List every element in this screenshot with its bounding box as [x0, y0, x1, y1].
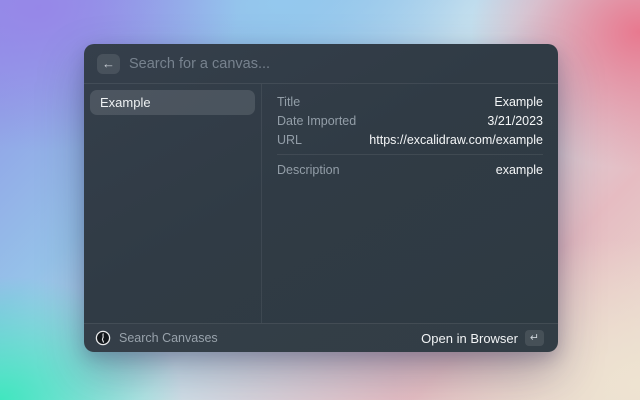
- main-content: Example Title Example Date Imported 3/21…: [84, 84, 558, 323]
- excalidraw-logo-icon: [95, 330, 111, 346]
- detail-row-description: Description example: [277, 160, 543, 179]
- open-in-browser-label: Open in Browser: [421, 330, 518, 346]
- list-item-example[interactable]: Example: [90, 90, 255, 115]
- details-divider: [277, 154, 543, 155]
- command-name-label: Search Canvases: [119, 331, 218, 345]
- detail-value: Example: [494, 94, 543, 109]
- open-in-browser-button[interactable]: Open in Browser ↵: [418, 328, 547, 348]
- footer-bar: Search Canvases Open in Browser ↵: [84, 323, 558, 352]
- detail-value: https://excalidraw.com/example: [369, 132, 543, 147]
- detail-row-date-imported: Date Imported 3/21/2023: [277, 111, 543, 130]
- search-input[interactable]: [129, 55, 545, 72]
- search-bar: ←: [84, 44, 558, 84]
- back-button[interactable]: ←: [97, 53, 120, 74]
- detail-label: Title: [277, 94, 301, 109]
- details-panel: Title Example Date Imported 3/21/2023 UR…: [262, 84, 558, 323]
- detail-row-url: URL https://excalidraw.com/example: [277, 130, 543, 149]
- return-key-icon: ↵: [525, 330, 544, 346]
- canvas-list: Example: [84, 84, 262, 323]
- detail-row-title: Title Example: [277, 92, 543, 111]
- detail-label: URL: [277, 132, 303, 147]
- launcher-window: ← Example Title Example Date Imported 3/…: [84, 44, 558, 352]
- detail-value: example: [495, 162, 543, 177]
- detail-label: Description: [277, 162, 340, 177]
- detail-label: Date Imported: [277, 113, 357, 128]
- detail-value: 3/21/2023: [487, 113, 543, 128]
